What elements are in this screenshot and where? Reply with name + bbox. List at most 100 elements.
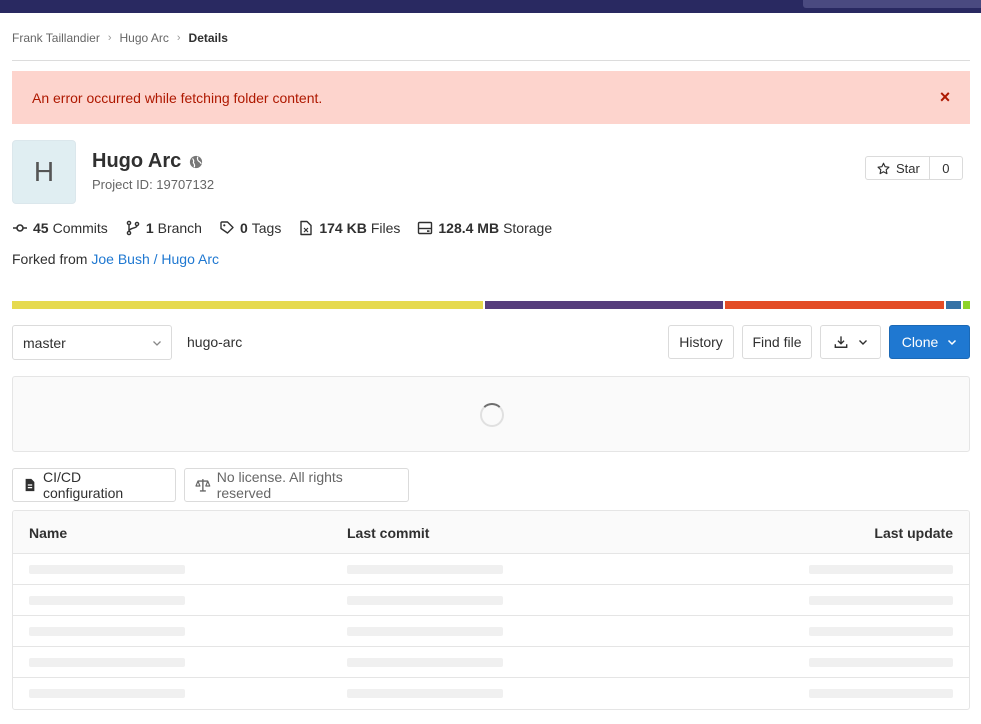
skeleton-loader xyxy=(809,627,953,636)
stat-label: Branch xyxy=(157,220,202,236)
download-icon xyxy=(834,336,847,348)
stat-value: 174 KB xyxy=(319,220,367,236)
alert-message: An error occurred while fetching folder … xyxy=(32,89,323,106)
license-button[interactable]: No license. All rights reserved xyxy=(184,468,409,502)
fork-source-namespace: Joe Bush xyxy=(91,251,150,267)
skeleton-loader xyxy=(347,689,503,698)
column-header-last-update: Last update xyxy=(874,525,953,541)
chevron-down-icon xyxy=(153,341,161,346)
project-stats: 45 Commits 1 Branch 0 Tags 174 KB Files xyxy=(12,219,569,237)
readme-loading-panel xyxy=(12,376,970,452)
stat-commits[interactable]: 45 Commits xyxy=(12,220,108,236)
project-avatar[interactable]: H xyxy=(12,140,76,204)
table-row xyxy=(13,678,969,709)
skeleton-loader xyxy=(347,596,503,605)
table-row xyxy=(13,616,969,647)
star-count[interactable]: 0 xyxy=(930,157,962,179)
skeleton-loader xyxy=(809,596,953,605)
column-header-last-commit: Last commit xyxy=(347,525,430,541)
stat-label: Files xyxy=(370,220,401,236)
project-name: Hugo Arc xyxy=(92,150,182,172)
globe-icon xyxy=(190,155,203,168)
cicd-label: CI/CD configuration xyxy=(42,469,124,501)
clone-label: Clone xyxy=(901,334,939,350)
breadcrumb-current[interactable]: Details xyxy=(189,31,228,45)
top-navbar xyxy=(0,0,981,13)
language-segment[interactable] xyxy=(484,301,724,309)
search-box[interactable] xyxy=(803,0,981,8)
skeleton-loader xyxy=(29,689,185,698)
skeleton-loader xyxy=(809,689,953,698)
project-title: Hugo Arc xyxy=(92,150,203,173)
language-segment[interactable] xyxy=(946,301,962,309)
table-header: Name Last commit Last update xyxy=(13,511,969,554)
chevron-right-icon: › xyxy=(176,32,181,44)
find-file-button[interactable]: Find file xyxy=(742,325,812,359)
branch-icon xyxy=(126,220,140,236)
skeleton-loader xyxy=(809,565,953,574)
skeleton-loader xyxy=(347,658,503,667)
breadcrumb-item-project[interactable]: Hugo Arc xyxy=(120,31,169,45)
error-alert: An error occurred while fetching folder … xyxy=(12,71,970,124)
stat-label: Tags xyxy=(251,220,282,236)
breadcrumb-divider xyxy=(12,60,970,61)
close-icon[interactable]: × xyxy=(938,88,952,106)
fork-source-separator: / xyxy=(153,251,158,267)
table-row xyxy=(13,554,969,585)
star-label: Star xyxy=(896,160,920,176)
chevron-down-icon xyxy=(948,339,957,346)
breadcrumb-item-namespace[interactable]: Frank Taillandier xyxy=(12,31,100,45)
table-body xyxy=(13,554,969,709)
column-header-name: Name xyxy=(29,525,68,541)
repo-path-root[interactable]: hugo-arc xyxy=(187,334,242,350)
star-icon xyxy=(877,162,890,174)
stat-value: 1 xyxy=(145,220,154,236)
skeleton-loader xyxy=(347,565,503,574)
repository-language-bar[interactable] xyxy=(12,301,970,309)
skeleton-loader xyxy=(29,565,185,574)
fork-source-project: Hugo Arc xyxy=(161,251,219,267)
storage-icon xyxy=(418,221,433,235)
stat-storage[interactable]: 128.4 MB Storage xyxy=(417,220,552,236)
stat-value: 45 xyxy=(33,220,49,236)
branch-name: master xyxy=(23,334,66,351)
stat-branches[interactable]: 1 Branch xyxy=(125,220,202,236)
skeleton-loader xyxy=(347,627,503,636)
loading-spinner-icon xyxy=(480,403,504,427)
commit-icon xyxy=(13,224,27,232)
star-control: Star 0 xyxy=(865,156,963,180)
language-segment[interactable] xyxy=(725,301,945,309)
stat-tags[interactable]: 0 Tags xyxy=(219,220,281,236)
skeleton-loader xyxy=(29,596,185,605)
download-dropdown-button[interactable] xyxy=(820,325,881,359)
skeleton-loader xyxy=(809,658,953,667)
file-tree-table: Name Last commit Last update xyxy=(12,510,970,710)
stat-label: Commits xyxy=(52,220,108,236)
language-segment[interactable] xyxy=(12,301,483,309)
stat-files[interactable]: 174 KB Files xyxy=(298,220,400,236)
forked-prefix: Forked from xyxy=(12,251,88,267)
clone-dropdown-button[interactable]: Clone xyxy=(889,325,970,359)
document-icon xyxy=(25,478,35,492)
breadcrumb: Frank Taillandier › Hugo Arc › Details xyxy=(12,30,228,46)
star-button[interactable]: Star xyxy=(866,157,930,179)
forked-from: Forked from Joe Bush / Hugo Arc xyxy=(12,251,219,267)
project-id: Project ID: 19707132 xyxy=(92,177,215,192)
chevron-right-icon: › xyxy=(107,32,112,44)
license-label: No license. All rights reserved xyxy=(216,469,343,501)
scale-icon xyxy=(195,479,211,492)
table-row xyxy=(13,585,969,616)
table-row xyxy=(13,647,969,678)
history-button[interactable]: History xyxy=(668,325,734,359)
tag-icon xyxy=(220,221,234,234)
file-icon xyxy=(300,220,313,236)
branch-dropdown[interactable]: master xyxy=(12,325,172,360)
language-segment[interactable] xyxy=(963,301,970,309)
stat-label: Storage xyxy=(503,220,553,236)
skeleton-loader xyxy=(29,658,185,667)
stat-value: 0 xyxy=(239,220,248,236)
fork-source-link[interactable]: Joe Bush / Hugo Arc xyxy=(91,251,219,267)
chevron-down-icon xyxy=(858,340,867,345)
cicd-configuration-button[interactable]: CI/CD configuration xyxy=(12,468,176,502)
stat-value: 128.4 MB xyxy=(438,220,500,236)
